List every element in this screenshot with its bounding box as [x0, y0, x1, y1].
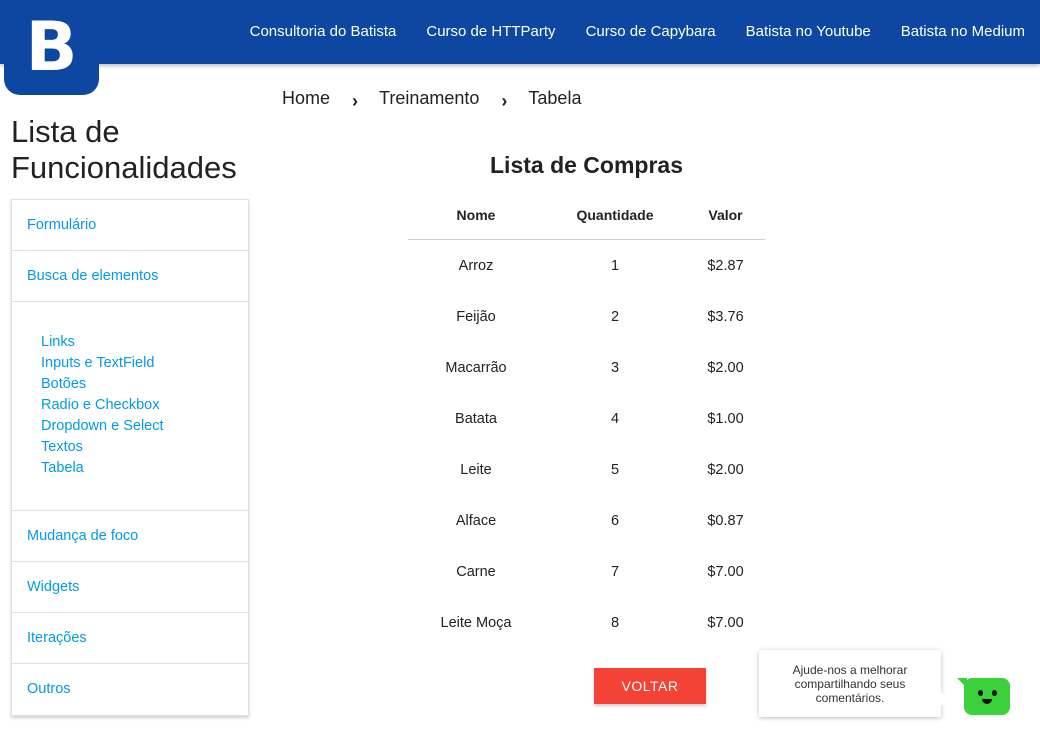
submenu-item-links[interactable]: Links [41, 332, 248, 353]
table-header-row: Nome Quantidade Valor [408, 191, 765, 240]
table-title: Lista de Compras [490, 152, 683, 178]
cell-valor: $1.00 [707, 410, 744, 427]
cell-quantidade: 7 [610, 563, 620, 580]
feedback-text: Ajude-nos a melhorar compartilhando seus… [792, 662, 908, 705]
nav-link-youtube[interactable]: Batista no Youtube [731, 0, 886, 64]
nav-link-consultoria[interactable]: Consultoria do Batista [235, 0, 412, 64]
sidebar-title: Lista de Funcionalidades [11, 114, 237, 186]
table-row: Leite Moça 8 $7.00 [408, 597, 765, 648]
cell-valor: $2.87 [707, 257, 744, 274]
nav-link-medium[interactable]: Batista no Medium [886, 0, 1040, 64]
table-row: Batata 4 $1.00 [408, 393, 765, 444]
cell-nome: Batata [455, 410, 497, 427]
cell-quantidade: 6 [610, 512, 620, 529]
sidebar-submenu: Links Inputs e TextField Botões Radio e … [12, 302, 248, 511]
sidebar-menu: Formulário Busca de elementos Links Inpu… [11, 199, 249, 716]
breadcrumb: Home › Treinamento › Tabela [282, 86, 582, 111]
cell-valor: $7.00 [707, 563, 744, 580]
cell-nome: Leite Moça [440, 614, 512, 631]
sidebar-title-line1: Lista de [11, 114, 120, 149]
cell-nome: Leite [460, 461, 492, 478]
cell-valor: $7.00 [707, 614, 744, 631]
cell-nome: Alface [455, 512, 497, 529]
cell-nome: Arroz [458, 257, 494, 274]
back-button[interactable]: VOLTAR [594, 668, 706, 704]
cell-valor: $3.76 [707, 308, 744, 325]
sidebar-item-iteracoes[interactable]: Iterações [12, 613, 248, 664]
feedback-tooltip: Ajude-nos a melhorar compartilhando seus… [759, 650, 948, 717]
submenu-item-dropdown[interactable]: Dropdown e Select [41, 416, 248, 437]
cell-quantidade: 4 [610, 410, 620, 427]
table-row: Alface 6 $0.87 [408, 495, 765, 546]
column-header-nome: Nome [456, 207, 496, 223]
breadcrumb-treinamento[interactable]: Treinamento [379, 88, 479, 109]
sidebar-title-line2: Funcionalidades [11, 150, 237, 185]
cell-quantidade: 5 [610, 461, 620, 478]
column-header-quantidade: Quantidade [576, 207, 654, 223]
cell-nome: Macarrão [445, 359, 507, 376]
cell-valor: $0.87 [707, 512, 744, 529]
chevron-right-icon: › [501, 90, 508, 111]
shopping-table: Nome Quantidade Valor Arroz 1 $2.87 Feij… [408, 191, 765, 648]
sidebar-item-busca-elementos[interactable]: Busca de elementos [12, 251, 248, 302]
nav-links: Consultoria do Batista Curso de HTTParty… [235, 0, 1040, 64]
cell-quantidade: 1 [610, 257, 620, 274]
logo-letter: B [25, 7, 78, 87]
nav-link-capybara[interactable]: Curso de Capybara [571, 0, 731, 64]
submenu-item-inputs[interactable]: Inputs e TextField [41, 353, 248, 374]
sidebar-item-mudanca-foco[interactable]: Mudança de foco [12, 511, 248, 562]
table-row: Macarrão 3 $2.00 [408, 342, 765, 393]
submenu-item-radio-checkbox[interactable]: Radio e Checkbox [41, 395, 248, 416]
cell-valor: $2.00 [707, 461, 744, 478]
sidebar-item-widgets[interactable]: Widgets [12, 562, 248, 613]
submenu-item-tabela[interactable]: Tabela [41, 458, 248, 479]
breadcrumb-home[interactable]: Home [282, 88, 330, 109]
table-row: Leite 5 $2.00 [408, 444, 765, 495]
cell-quantidade: 8 [610, 614, 620, 631]
sidebar-item-outros[interactable]: Outros [12, 664, 248, 715]
column-header-valor: Valor [708, 207, 743, 223]
chat-bot-icon[interactable] [957, 678, 1010, 715]
submenu-item-textos[interactable]: Textos [41, 437, 248, 458]
table-row: Feijão 2 $3.76 [408, 291, 765, 342]
bot-eye-icon [978, 690, 983, 696]
brand-logo[interactable]: B [4, 0, 99, 95]
sidebar-item-formulario[interactable]: Formulário [12, 200, 248, 251]
nav-link-httparty[interactable]: Curso de HTTParty [411, 0, 570, 64]
cell-quantidade: 2 [610, 308, 620, 325]
cell-valor: $2.00 [707, 359, 744, 376]
cell-nome: Feijão [456, 308, 496, 325]
submenu-item-botoes[interactable]: Botões [41, 374, 248, 395]
cell-nome: Carne [456, 563, 496, 580]
bot-eye-icon [992, 690, 997, 696]
breadcrumb-tabela: Tabela [528, 87, 582, 108]
table-row: Arroz 1 $2.87 [408, 240, 765, 291]
cell-quantidade: 3 [610, 359, 620, 376]
chevron-right-icon: › [352, 90, 359, 111]
table-row: Carne 7 $7.00 [408, 546, 765, 597]
top-navbar: Consultoria do Batista Curso de HTTParty… [0, 0, 1040, 64]
bot-mouth-icon [982, 699, 992, 704]
